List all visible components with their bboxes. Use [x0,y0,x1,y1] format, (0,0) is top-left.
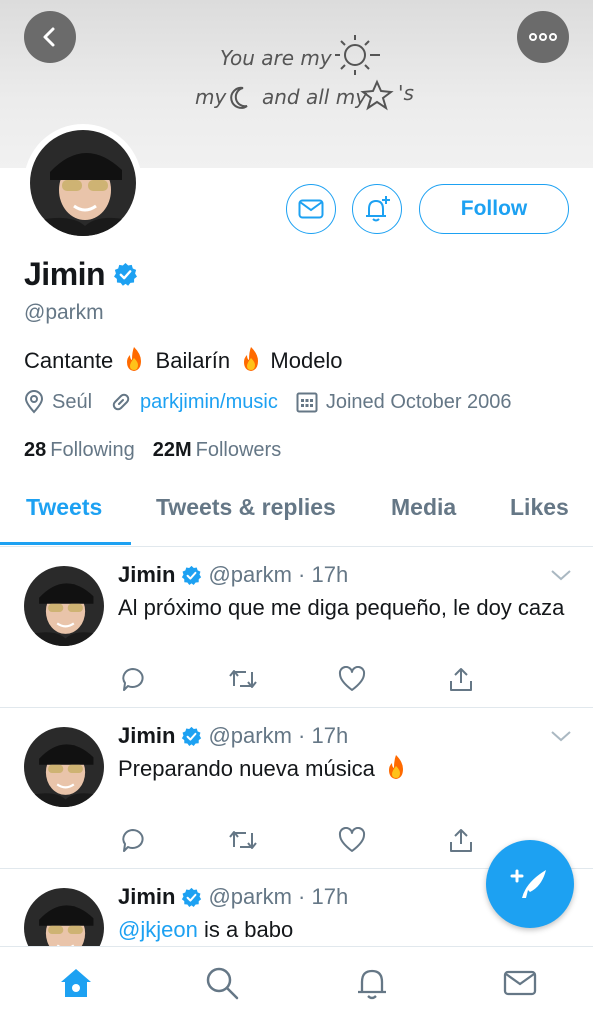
follow-button[interactable]: Follow [419,184,569,234]
tweet-avatar[interactable] [24,888,104,946]
following-label: Following [50,439,135,461]
back-icon [43,27,55,47]
follow-stats: 28 Following 22M Followers [24,439,281,462]
profile-avatar[interactable] [24,124,142,242]
followers-count: 22M [152,439,192,461]
tweet-text-row: Preparando nueva música [118,753,568,784]
avatar-image [30,130,136,236]
banner-line2-a: my [195,85,227,109]
mail-icon [298,199,324,219]
tweet-actions [118,666,478,696]
profile-handle: @parkm [24,301,104,324]
website[interactable]: parkjimin/music [110,391,278,414]
share-icon[interactable] [448,666,474,692]
avatar-image [24,888,104,946]
following-count: 28 [24,439,47,461]
profile-name-row: Jimin [24,256,138,293]
compose-icon [510,869,546,898]
fire-emoji [388,755,403,779]
tweet-text-row: @jkjeon is a babo [118,914,568,945]
bottom-navigation [0,946,593,1024]
profile-bio: Cantante Bailarín Modelo [24,346,343,374]
profile-meta: Seúl parkjimin/music Joined October 2006 [24,390,530,414]
banner-line2-c: 's [398,81,414,105]
sun-doodle [335,35,380,75]
link-icon [112,393,130,411]
active-tab-indicator [0,542,131,545]
location-icon [24,390,44,414]
more-button[interactable] [517,11,569,63]
back-button[interactable] [24,11,76,63]
fire-emoji [244,347,259,371]
tweet-meta: @parkm · 17h [208,884,349,909]
tweet-author-name: Jimin [118,562,176,587]
retweet-icon[interactable] [228,827,258,853]
tweet-header: Jimin @parkm · 17h [118,884,348,910]
tweet-avatar[interactable] [24,727,104,807]
joined-text: Joined October 2006 [325,390,512,413]
calendar-icon [296,392,318,413]
profile-tabs: Tweets Tweets & replies Media Likes [0,478,593,547]
tweet[interactable]: Jimin @parkm · 17h Al próximo que me dig… [0,548,593,708]
notifications-icon[interactable] [354,965,390,1001]
website-link[interactable]: parkjimin/music [140,391,278,414]
fire-emoji [127,347,142,371]
notifications-toggle-button[interactable] [352,184,402,234]
bio-part: Modelo [270,348,343,373]
verified-icon [114,263,138,286]
star-doodle [360,79,394,111]
verified-icon [182,726,202,746]
tweet-avatar[interactable] [24,566,104,646]
tweet[interactable]: Jimin @parkm · 17h Preparando nueva músi… [0,709,593,869]
location-text: Seúl [52,390,93,413]
moon-doodle [230,86,248,109]
tweet-meta: @parkm · 17h [208,562,349,587]
like-icon[interactable] [338,827,366,853]
joined-date: Joined October 2006 [296,391,512,414]
tweet-text: Al próximo que me diga pequeño, le doy c… [118,595,565,620]
tab-tweets[interactable]: Tweets [26,494,102,521]
more-icon [529,33,557,41]
following-stat[interactable]: 28 Following [24,439,135,461]
location: Seúl [24,390,92,414]
banner-line2-b: and all my [262,85,368,109]
tab-media[interactable]: Media [391,494,456,521]
bio-part: Bailarín [155,348,231,373]
banner-line1: You are my [220,46,333,70]
tweet-actions [118,827,478,857]
tweet-meta: @parkm · 17h [208,723,349,748]
followers-label: Followers [195,439,282,461]
verified-icon [182,565,202,585]
tweet-mention[interactable]: @jkjeon [118,917,198,942]
verified-icon [182,887,202,907]
tab-tweets-replies[interactable]: Tweets & replies [156,494,336,521]
reply-icon[interactable] [120,827,146,853]
retweet-icon[interactable] [228,666,258,692]
home-icon[interactable] [58,965,94,1001]
tweet-header: Jimin @parkm · 17h [118,562,348,588]
reply-icon[interactable] [120,666,146,692]
search-icon[interactable] [204,965,240,1001]
bell-plus-icon [366,196,390,222]
bio-part: Cantante [24,348,114,373]
tweet-author-name: Jimin [118,884,176,909]
tab-likes[interactable]: Likes [510,494,569,521]
tweet-header: Jimin @parkm · 17h [118,723,348,749]
followers-stat[interactable]: 22M Followers [153,439,281,461]
profile-name: Jimin [24,256,106,292]
tweet-text: is a babo [203,917,294,942]
share-icon[interactable] [448,827,474,853]
compose-tweet-button[interactable] [486,840,574,928]
tweet-author-name: Jimin [118,723,176,748]
chevron-down-icon[interactable] [550,568,572,582]
message-button[interactable] [286,184,336,234]
messages-icon[interactable] [502,965,538,1001]
tweet-text: Preparando nueva música [118,756,375,781]
avatar-image [24,566,104,646]
chevron-down-icon[interactable] [550,729,572,743]
avatar-image [24,727,104,807]
like-icon[interactable] [338,666,366,692]
